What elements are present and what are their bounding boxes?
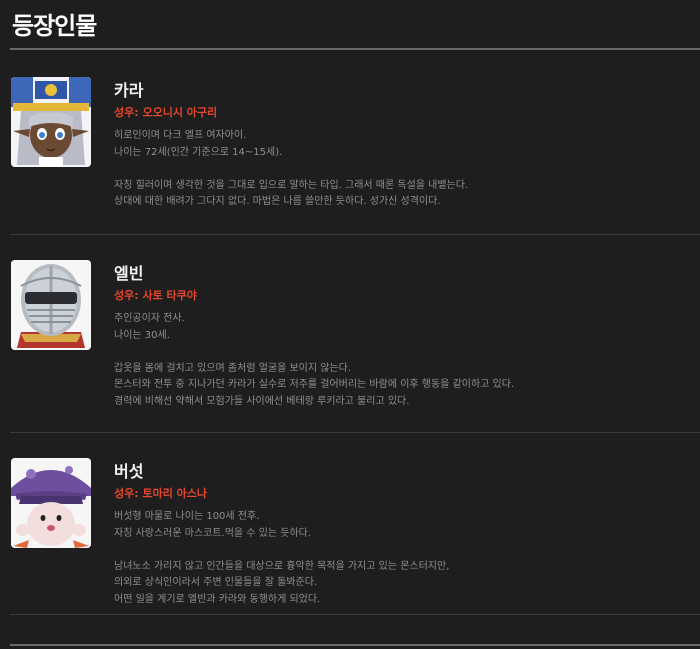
- kara-portrait: [11, 77, 91, 167]
- entry-divider: [10, 432, 700, 433]
- kara-voice-actor: 성우: 오오니시 아구리: [114, 106, 218, 119]
- elvin-desc-line: 몬스터와 전투 중 지나가던 카라가 실수로 저주를 걸어버리는 바람에 이후 …: [114, 379, 515, 390]
- elvin-name: 엘빈: [114, 264, 144, 283]
- mushroom-desc-line: 남녀노소 가리지 않고 인간들을 대상으로 흉악한 목적을 가지고 있는 몬스터…: [114, 560, 450, 572]
- mushroom-name: 버섯: [114, 462, 144, 481]
- mushroom-voice-actor: 성우: 토마리 아스나: [114, 487, 208, 500]
- elvin-desc-line: 경력에 비해선 약해서 모험가들 사이에선 베테랑 루키라고 불리고 있다.: [114, 395, 410, 407]
- mushroom-desc-line: 자칭 사랑스러운 마스코트.먹을 수 있는 듯하다.: [114, 527, 312, 539]
- elvin-desc-line: 나이는 30세.: [114, 329, 170, 341]
- elvin-desc-line: 주인공이자 전사.: [114, 313, 185, 324]
- elvin-voice-actor: 성우: 사토 타쿠야: [114, 289, 197, 302]
- kara-description: 히로인이며 다크 엘프 여자아이. 나이는 72세(인간 기준으로 14~15세…: [114, 128, 694, 211]
- kara-desc-line: 나이는 72세(인간 기준으로 14~15세).: [114, 146, 283, 158]
- bottom-divider: [10, 644, 700, 646]
- entry-divider: [10, 234, 700, 235]
- kara-desc-line: 자칭 힐러이며 생각한 것을 그대로 입으로 말하는 타입. 그래서 때론 독설…: [114, 179, 469, 191]
- kara-name: 카라: [114, 81, 144, 100]
- mushroom-desc-line: 버섯형 마물로 나이는 100세 전후.: [114, 511, 260, 522]
- elvin-portrait: [11, 260, 91, 350]
- character-page: 등장인물 카라 성우: 오오니시 아구리 히로인이며 다크 엘프 여자아이. 나…: [0, 0, 700, 649]
- entry-divider: [10, 614, 700, 615]
- elvin-description: 주인공이자 전사. 나이는 30세. 갑옷을 몸에 걸치고 있으며 좀처럼 얼굴…: [114, 311, 694, 410]
- mushroom-description: 버섯형 마물로 나이는 100세 전후. 자칭 사랑스러운 마스코트.먹을 수 …: [114, 509, 694, 608]
- section-title: 등장인물: [12, 12, 97, 40]
- mushroom-desc-line: 의외로 상식인이라서 주변 인물들을 잘 돌봐준다.: [114, 577, 318, 588]
- kara-desc-line: 히로인이며 다크 엘프 여자아이.: [114, 130, 247, 141]
- elvin-desc-line: 갑옷을 몸에 걸치고 있으며 좀처럼 얼굴을 보이지 않는다.: [114, 362, 352, 374]
- mushroom-portrait: [11, 458, 91, 548]
- mushroom-desc-line: 어떤 일을 계기로 엘빈과 카라와 동행하게 되었다.: [114, 593, 321, 605]
- kara-desc-line: 상대에 대한 배려가 그다지 없다. 마법은 나름 쓸만한 듯하다. 성가신 성…: [114, 196, 441, 207]
- title-divider: [10, 48, 700, 50]
